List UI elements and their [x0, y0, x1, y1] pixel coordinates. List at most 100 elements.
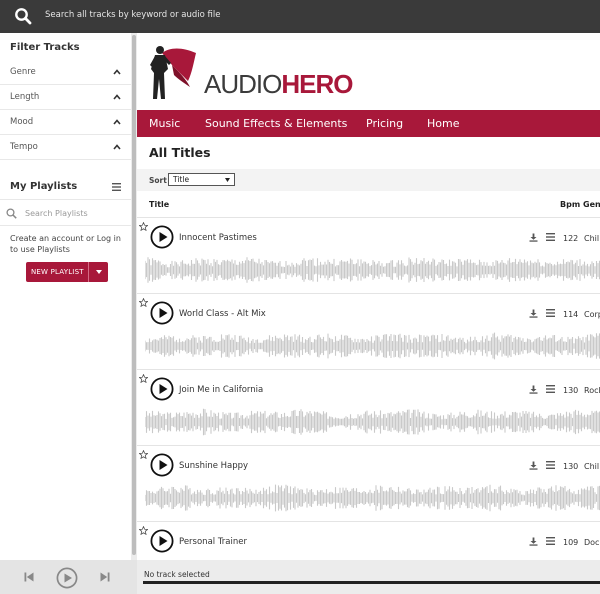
caret-down-icon[interactable] [96, 270, 102, 274]
download-icon[interactable] [529, 461, 538, 470]
playlist-menu-icon[interactable] [112, 183, 121, 191]
track-genre: Chil [584, 234, 600, 243]
play-icon[interactable] [150, 377, 174, 401]
track-row: Personal Trainer 109 Docu [137, 522, 600, 560]
column-header-genre[interactable]: Gen [583, 200, 600, 209]
filter-label: Mood [10, 117, 34, 127]
menu-icon[interactable] [546, 537, 555, 545]
create-account-link[interactable]: Create an account [10, 234, 84, 243]
sort-select[interactable]: Title [168, 173, 235, 186]
play-icon[interactable] [150, 301, 174, 325]
star-icon[interactable] [139, 374, 148, 383]
nav-sound-effects[interactable]: Sound Effects & Elements [205, 117, 347, 130]
waveform[interactable] [145, 254, 600, 286]
track-bpm: 130 [563, 386, 579, 395]
sort-bar: Sort Title [137, 169, 600, 191]
column-header-title[interactable]: Title [149, 200, 169, 209]
main-content: AUDIOHERO Music Sound Effects & Elements… [137, 33, 600, 560]
search-input[interactable]: Search all tracks by keyword or audio fi… [45, 10, 221, 20]
star-icon[interactable] [139, 526, 148, 535]
play-icon[interactable] [150, 529, 174, 553]
nav-pricing[interactable]: Pricing [366, 117, 403, 130]
filter-label: Genre [10, 67, 36, 77]
waveform[interactable] [145, 482, 600, 514]
chevron-up-icon [113, 144, 121, 150]
filter-label: Tempo [10, 142, 38, 152]
note-text: to use Playlists [10, 245, 70, 254]
menu-icon[interactable] [546, 461, 555, 469]
menu-icon[interactable] [546, 233, 555, 241]
filter-tempo[interactable]: Tempo [0, 135, 131, 160]
brand-wordmark: AUDIOHERO [204, 69, 353, 100]
filter-label: Length [10, 92, 40, 102]
button-divider [88, 262, 89, 282]
brand-part-hero: HERO [281, 69, 353, 99]
download-icon[interactable] [529, 233, 538, 242]
filter-tracks-title: Filter Tracks [10, 42, 80, 53]
track-genre: Rock [584, 386, 600, 395]
star-icon[interactable] [139, 298, 148, 307]
track-genre: Chil [584, 462, 600, 471]
track-title[interactable]: Personal Trainer [179, 537, 247, 547]
sort-select-value: Title [173, 175, 190, 184]
my-playlists-title: My Playlists [10, 181, 78, 192]
download-icon[interactable] [529, 385, 538, 394]
page-title: All Titles [149, 145, 211, 160]
star-icon[interactable] [139, 222, 148, 231]
filter-length[interactable]: Length [0, 85, 131, 110]
track-title[interactable]: World Class - Alt Mix [179, 309, 266, 319]
caret-down-icon [225, 178, 230, 182]
scrollbar-thumb[interactable] [132, 35, 136, 555]
chevron-up-icon [113, 69, 121, 75]
menu-icon[interactable] [546, 385, 555, 393]
play-icon[interactable] [150, 453, 174, 477]
nav-home[interactable]: Home [427, 117, 459, 130]
superhero-logo-icon [150, 46, 196, 99]
track-bpm: 114 [563, 310, 579, 319]
next-track-icon[interactable] [100, 572, 110, 582]
play-icon[interactable] [56, 567, 78, 589]
search-bar: Search all tracks by keyword or audio fi… [0, 0, 600, 33]
login-link[interactable]: Log in [97, 234, 121, 243]
search-icon[interactable] [14, 7, 32, 25]
main-nav: Music Sound Effects & Elements Pricing H… [137, 110, 600, 137]
previous-track-icon[interactable] [24, 572, 34, 582]
track-row: Innocent Pastimes 122 Chil [137, 218, 600, 294]
download-icon[interactable] [529, 537, 538, 546]
note-or-text: or [83, 234, 97, 243]
track-bpm: 109 [563, 538, 579, 547]
track-genre: Corp [584, 310, 600, 319]
player-status: No track selected [144, 570, 210, 579]
audiohero-logo[interactable]: AUDIOHERO [148, 43, 358, 103]
chevron-up-icon [113, 119, 121, 125]
player-controls [0, 560, 137, 594]
playlist-search-input[interactable]: Search Playlists [25, 209, 88, 218]
download-icon[interactable] [529, 309, 538, 318]
track-bpm: 122 [563, 234, 579, 243]
progress-bar[interactable] [143, 581, 600, 584]
nav-music[interactable]: Music [149, 117, 180, 130]
track-title[interactable]: Join Me in California [179, 385, 263, 395]
waveform[interactable] [145, 406, 600, 438]
track-row: Join Me in California 130 Rock [137, 370, 600, 446]
play-icon[interactable] [150, 225, 174, 249]
track-genre: Docu [584, 538, 600, 547]
track-title[interactable]: Sunshine Happy [179, 461, 248, 471]
search-icon [6, 208, 17, 219]
track-row: World Class - Alt Mix 114 Corp [137, 294, 600, 370]
audio-player: No track selected [0, 560, 600, 594]
star-icon[interactable] [139, 450, 148, 459]
divider [0, 225, 131, 226]
playlist-login-note: Create an account or Log in to use Playl… [10, 233, 125, 255]
divider [0, 199, 131, 200]
track-title[interactable]: Innocent Pastimes [179, 233, 257, 243]
sort-label: Sort [149, 176, 167, 185]
track-row: Sunshine Happy 130 Chil [137, 446, 600, 522]
waveform[interactable] [145, 330, 600, 362]
brand-part-audio: AUDIO [204, 69, 282, 99]
filter-mood[interactable]: Mood [0, 110, 131, 135]
column-header-bpm[interactable]: Bpm [560, 200, 580, 209]
menu-icon[interactable] [546, 309, 555, 317]
new-playlist-button[interactable]: NEW PLAYLIST [26, 262, 108, 282]
filter-genre[interactable]: Genre [0, 60, 131, 85]
